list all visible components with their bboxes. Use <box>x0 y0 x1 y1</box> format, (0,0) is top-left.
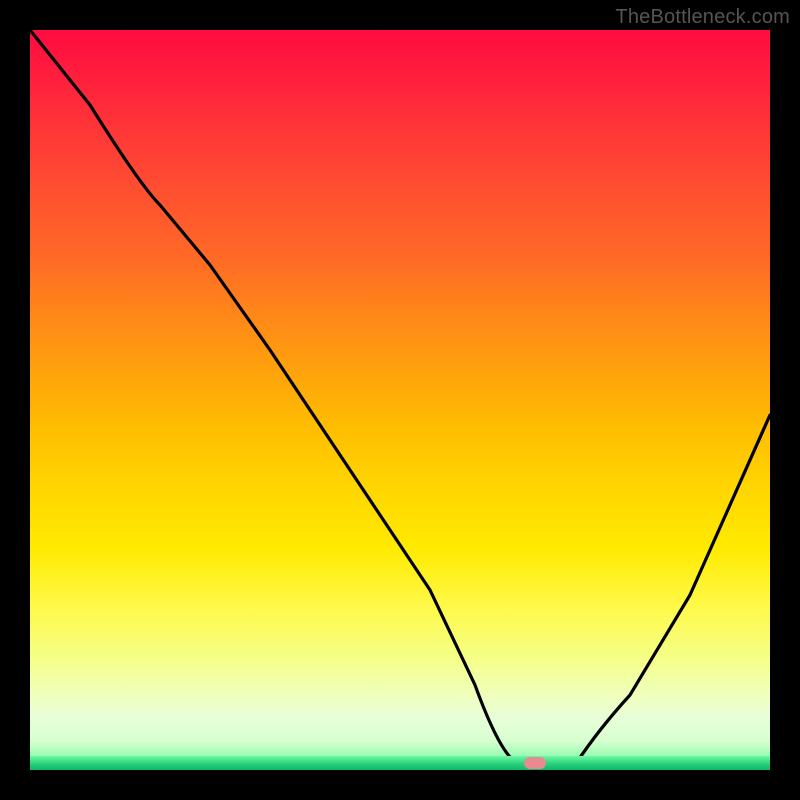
curve-path <box>30 30 770 765</box>
plot-area <box>30 30 770 770</box>
optimal-marker <box>524 757 546 769</box>
bottleneck-chart: TheBottleneck.com <box>0 0 800 800</box>
curve-layer <box>30 30 770 770</box>
watermark: TheBottleneck.com <box>615 6 790 29</box>
